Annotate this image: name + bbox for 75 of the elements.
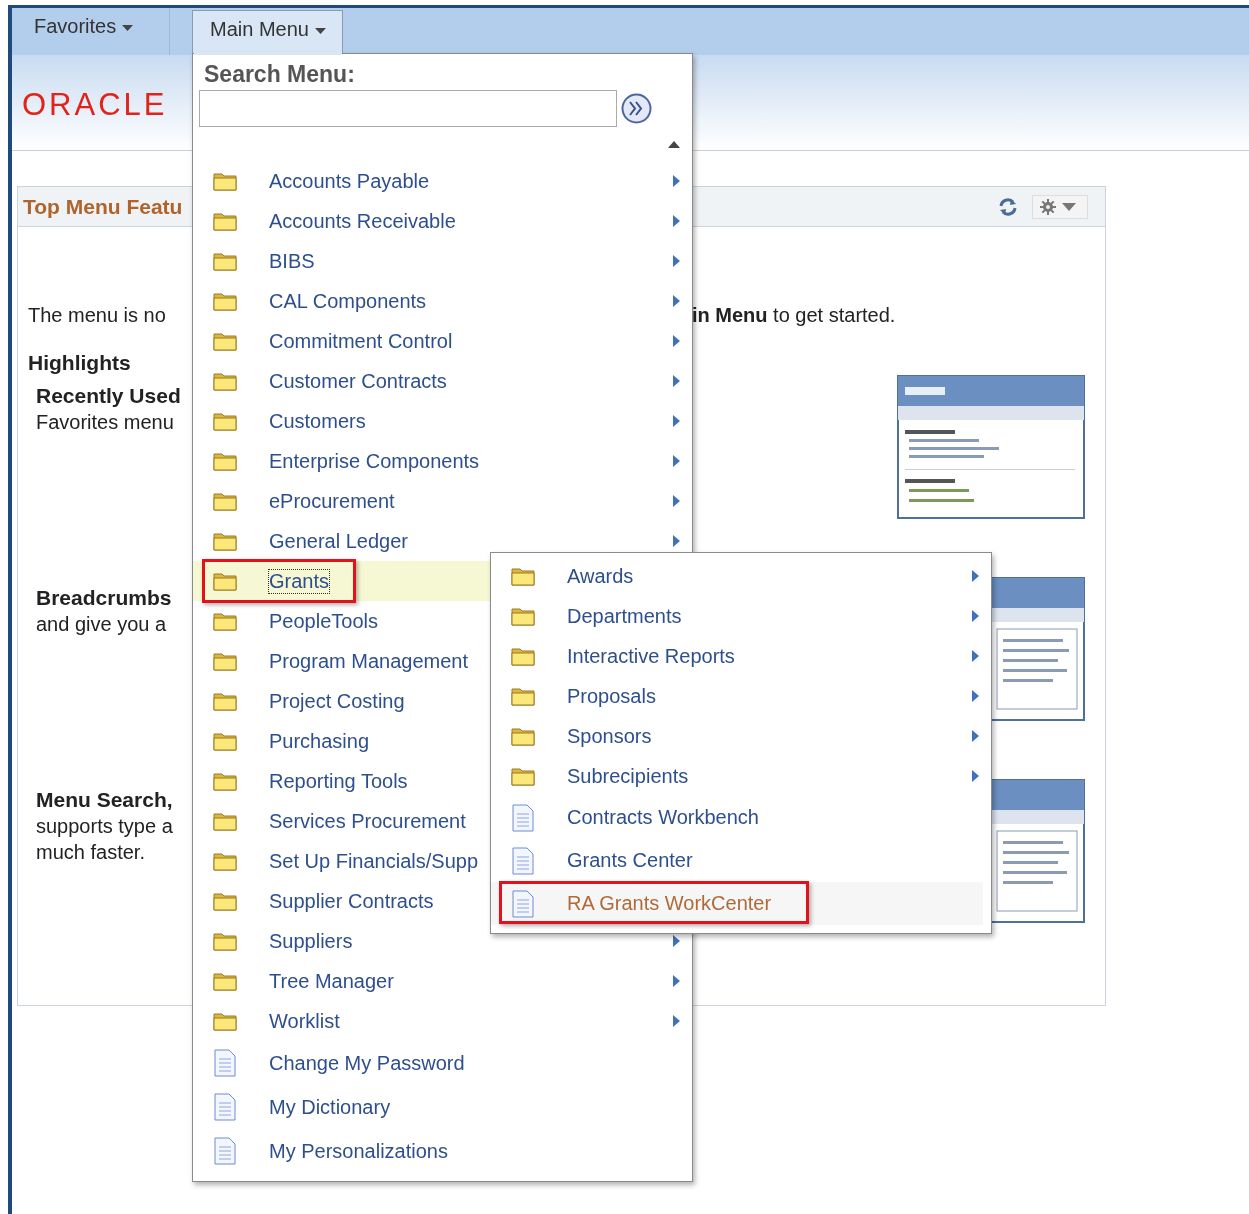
menu-item[interactable]: Customers <box>193 401 692 441</box>
folder-icon <box>213 571 237 591</box>
folder-icon <box>213 451 237 471</box>
folder-icon <box>213 611 237 631</box>
menu-item[interactable]: Commitment Control <box>193 321 692 361</box>
folder-icon <box>213 811 237 831</box>
folder-icon <box>213 771 237 791</box>
menu-item[interactable]: Tree Manager <box>193 961 692 1001</box>
feature-text: Favorites menu <box>36 410 174 435</box>
menu-item[interactable]: Interactive Reports <box>491 636 991 676</box>
search-label: Search Menu: <box>203 60 356 88</box>
menu-item[interactable]: Contracts Workbench <box>491 796 991 839</box>
menu-item[interactable]: My Personalizations <box>193 1129 692 1173</box>
settings-button[interactable] <box>1032 194 1088 219</box>
menu-item[interactable]: RA Grants WorkCenter <box>491 882 983 925</box>
menu-item[interactable]: eProcurement <box>193 481 692 521</box>
folder-icon <box>511 606 535 626</box>
folder-icon <box>213 651 237 671</box>
document-icon <box>511 889 535 918</box>
folder-icon <box>511 566 535 586</box>
folder-icon <box>511 766 535 786</box>
go-icon[interactable] <box>621 93 652 124</box>
folder-icon <box>213 291 237 311</box>
menu-item[interactable]: My Dictionary <box>193 1085 692 1129</box>
folder-icon <box>511 726 535 746</box>
menu-item[interactable]: BIBS <box>193 241 692 281</box>
menu-item[interactable]: Proposals <box>491 676 991 716</box>
feature-title: Breadcrumbs <box>36 585 172 611</box>
folder-icon <box>213 211 237 231</box>
document-icon <box>511 803 535 832</box>
folder-icon <box>213 971 237 991</box>
feature-text: and give you a <box>36 612 167 637</box>
folder-icon <box>213 171 237 191</box>
folder-icon <box>213 1011 237 1031</box>
scroll-up-icon[interactable] <box>668 140 680 148</box>
folder-icon <box>213 371 237 391</box>
logo: ORACLE <box>22 86 168 123</box>
document-icon <box>213 1093 237 1121</box>
document-icon <box>511 846 535 875</box>
menu-item[interactable]: CAL Components <box>193 281 692 321</box>
menu-item[interactable]: Customer Contracts <box>193 361 692 401</box>
refresh-icon[interactable] <box>998 196 1018 217</box>
folder-icon <box>213 531 237 551</box>
feature-title: Recently Used <box>36 383 181 409</box>
feature-text: much faster. <box>36 840 145 865</box>
nav-tab[interactable]: Main Menu <box>192 10 343 55</box>
folder-icon <box>511 646 535 666</box>
folder-icon <box>213 691 237 711</box>
folder-icon <box>213 251 237 271</box>
document-icon <box>213 1049 237 1077</box>
folder-icon <box>213 851 237 871</box>
menu-item[interactable]: Accounts Payable <box>193 161 692 201</box>
feature-text: supports type a <box>36 814 173 839</box>
caret-icon <box>314 28 326 34</box>
folder-icon <box>213 411 237 431</box>
menu-item[interactable]: Enterprise Components <box>193 441 692 481</box>
menu-item[interactable]: Grants Center <box>491 839 991 882</box>
intro-text: in Menu to get started. <box>692 303 897 327</box>
section-heading: Highlights <box>28 351 132 375</box>
folder-icon <box>213 731 237 751</box>
caret-icon <box>122 25 134 31</box>
menu-item[interactable]: Subrecipients <box>491 756 991 796</box>
folder-icon <box>511 686 535 706</box>
folder-icon <box>213 891 237 911</box>
menu-item[interactable]: Worklist <box>193 1001 692 1041</box>
folder-icon <box>213 931 237 951</box>
folder-icon <box>213 331 237 351</box>
document-icon <box>213 1137 237 1165</box>
panel-title: Top Menu Featu <box>23 194 183 219</box>
search-field[interactable] <box>199 90 617 127</box>
feature-title: Menu Search, <box>36 787 173 813</box>
menu-item[interactable]: Sponsors <box>491 716 991 756</box>
menu-item[interactable]: Accounts Receivable <box>193 201 692 241</box>
folder-icon <box>213 491 237 511</box>
menu-item[interactable]: Change My Password <box>193 1041 692 1085</box>
